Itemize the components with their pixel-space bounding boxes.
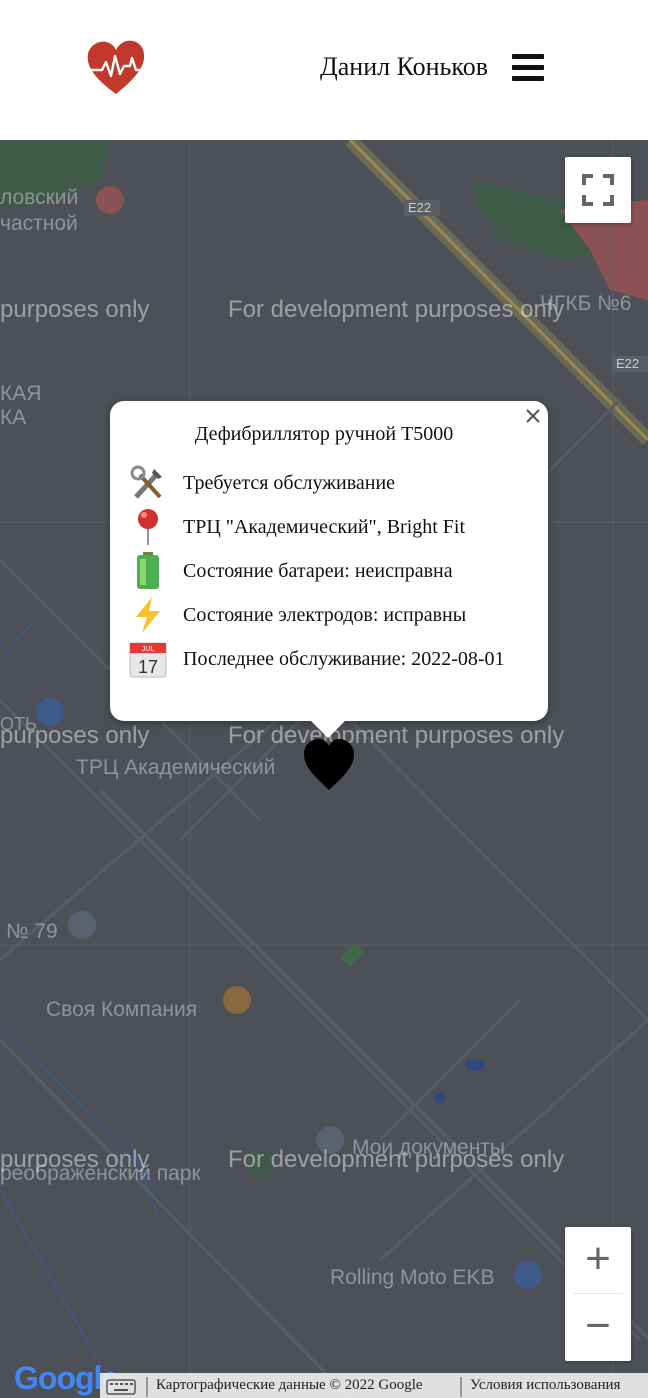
- heart-pulse-icon[interactable]: [84, 36, 148, 100]
- popup-tail: [310, 720, 346, 738]
- fullscreen-icon: [582, 174, 614, 206]
- calendar-icon: JUL 17: [129, 642, 167, 678]
- battery-text: Состояние батареи: неисправна: [183, 560, 453, 582]
- device-title: Дефибриллятор ручной T5000: [194, 423, 454, 445]
- map-label-school: № 79: [6, 920, 58, 943]
- service-date-text: Последнее обслуживание: 2022-08-01: [183, 648, 505, 670]
- road-label-e22-right: E22: [616, 356, 640, 371]
- map-label-svoya: Своя Компания: [46, 998, 198, 1021]
- map-label-trc: ТРЦ Академический: [76, 756, 276, 779]
- battery-icon: [137, 552, 159, 589]
- watermark: purposes only: [0, 722, 150, 749]
- calendar-month: JUL: [142, 646, 155, 653]
- road-label-e22: E22: [408, 200, 432, 215]
- map-label-district-2: КА: [0, 406, 27, 429]
- lightning-icon: [136, 597, 160, 633]
- location-text: ТРЦ "Академический", Bright Fit: [183, 516, 466, 538]
- watermark: For development purposes only: [228, 722, 565, 749]
- map-label-district: КАЯ: [0, 382, 42, 405]
- electrodes-text: Состояние электродов: исправны: [183, 604, 467, 626]
- map-attribution: Картографические данные © 2022 Google Ус…: [100, 1373, 648, 1398]
- watermark: purposes only: [0, 1146, 150, 1173]
- zoom-control: + −: [565, 1227, 631, 1361]
- fullscreen-button[interactable]: [565, 157, 631, 223]
- hamburger-menu-icon[interactable]: [512, 54, 544, 84]
- zoom-in-button[interactable]: +: [565, 1227, 631, 1293]
- tools-icon: [130, 465, 162, 499]
- pin-icon: [138, 509, 158, 545]
- app-header: Данил Коньков: [0, 0, 648, 140]
- zoom-out-button[interactable]: −: [565, 1294, 631, 1360]
- map-data-text[interactable]: Картографические данные © 2022 Google: [146, 1377, 423, 1397]
- user-name[interactable]: Данил Коньков: [320, 52, 488, 82]
- status-text: Требуется обслуживание: [183, 472, 396, 494]
- map-view[interactable]: ловский частной ЧГКБ №6 E22 E22 КАЯ КА О…: [0, 140, 648, 1398]
- map-label-hospital: ловский: [0, 186, 79, 209]
- watermark: For development purposes only: [228, 1146, 565, 1173]
- watermark: purposes only: [0, 296, 150, 323]
- keyboard-icon[interactable]: [106, 1377, 136, 1395]
- map-label-rolling: Rolling Moto EKB: [330, 1266, 495, 1289]
- heart-marker-icon[interactable]: [302, 738, 356, 792]
- info-popup: Дефибриллятор ручной T5000 Требуется обс…: [110, 401, 548, 721]
- watermark: For development purposes only: [228, 296, 565, 323]
- map-label-hospital-2: частной: [0, 212, 78, 235]
- terms-link[interactable]: Условия использования: [460, 1377, 620, 1397]
- calendar-day: 17: [138, 657, 158, 677]
